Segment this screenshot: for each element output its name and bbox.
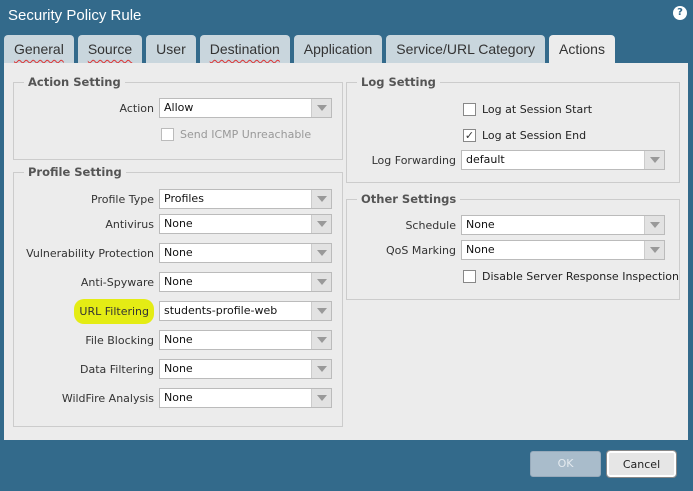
- file-blocking-select[interactable]: None: [159, 330, 332, 350]
- chevron-down-icon[interactable]: [311, 215, 331, 233]
- profile-type-label: Profile Type: [91, 192, 154, 206]
- file-blocking-label: File Blocking: [85, 333, 154, 347]
- data-filtering-value: None: [164, 362, 193, 375]
- cancel-button[interactable]: Cancel: [606, 450, 677, 478]
- qos-marking-value: None: [466, 243, 495, 256]
- profile-setting-legend: Profile Setting: [28, 165, 122, 179]
- log-forwarding-select[interactable]: default: [461, 150, 665, 170]
- action-value: Allow: [164, 101, 194, 114]
- qos-marking-select[interactable]: None: [461, 240, 665, 260]
- url-filtering-label: URL Filtering: [74, 298, 154, 324]
- profile-row-anti-spyware: Anti-Spyware None: [13, 272, 332, 292]
- chevron-down-icon[interactable]: [311, 273, 331, 291]
- wildfire-analysis-label: WildFire Analysis: [61, 391, 154, 405]
- log-forwarding-label: Log Forwarding: [371, 153, 456, 167]
- ok-button[interactable]: OK: [530, 451, 601, 477]
- profile-type-select[interactable]: Profiles: [159, 189, 332, 209]
- chevron-down-icon[interactable]: [644, 151, 664, 169]
- anti-spyware-value: None: [164, 275, 193, 288]
- data-filtering-select[interactable]: None: [159, 359, 332, 379]
- profile-type-value: Profiles: [164, 192, 204, 205]
- wildfire-analysis-select[interactable]: None: [159, 388, 332, 408]
- profile-row-vulnerability-protection: Vulnerability Protection None: [13, 243, 332, 263]
- tab-source[interactable]: Source: [77, 35, 143, 63]
- dialog-title: Security Policy Rule: [8, 7, 142, 24]
- antivirus-value: None: [164, 217, 193, 230]
- tab-application[interactable]: Application: [293, 35, 383, 63]
- chevron-down-icon[interactable]: [311, 302, 331, 320]
- log-session-end-checkbox[interactable]: ✓: [463, 128, 476, 142]
- tab-actions[interactable]: Actions: [549, 35, 615, 63]
- action-label: Action: [119, 101, 154, 115]
- tab-general[interactable]: General: [4, 35, 74, 63]
- chevron-down-icon[interactable]: [644, 216, 664, 234]
- profile-row-url-filtering: URL Filtering students-profile-web: [13, 298, 332, 324]
- send-icmp-label: Send ICMP Unreachable: [180, 127, 312, 141]
- antivirus-select[interactable]: None: [159, 214, 332, 234]
- log-forwarding-value: default: [466, 153, 505, 166]
- vulnerability-protection-value: None: [164, 246, 193, 259]
- vulnerability-protection-label: Vulnerability Protection: [26, 246, 154, 260]
- anti-spyware-select[interactable]: None: [159, 272, 332, 292]
- help-icon[interactable]: ?: [673, 6, 687, 20]
- chevron-down-icon[interactable]: [311, 244, 331, 262]
- send-icmp-checkbox[interactable]: [161, 127, 174, 141]
- log-setting-legend: Log Setting: [361, 75, 436, 89]
- profile-row-profile-type: Profile Type Profiles: [13, 189, 332, 209]
- data-filtering-label: Data Filtering: [79, 362, 154, 376]
- chevron-down-icon[interactable]: [311, 99, 331, 117]
- profile-row-wildfire-analysis: WildFire Analysis None: [13, 388, 332, 408]
- wildfire-analysis-value: None: [164, 391, 193, 404]
- chevron-down-icon[interactable]: [644, 241, 664, 259]
- log-session-start-label: Log at Session Start: [482, 102, 593, 116]
- schedule-select[interactable]: None: [461, 215, 665, 235]
- action-setting-legend: Action Setting: [28, 75, 121, 89]
- log-session-start-checkbox[interactable]: [463, 102, 476, 116]
- anti-spyware-label: Anti-Spyware: [80, 275, 154, 289]
- action-select[interactable]: Allow: [159, 98, 332, 118]
- tab-user[interactable]: User: [146, 35, 196, 63]
- tab-bar: General Source User Destination Applicat…: [4, 35, 615, 63]
- vulnerability-protection-select[interactable]: None: [159, 243, 332, 263]
- disable-server-response-checkbox[interactable]: [463, 269, 476, 283]
- schedule-value: None: [466, 218, 495, 231]
- profile-row-file-blocking: File Blocking None: [13, 330, 332, 350]
- disable-server-response-label: Disable Server Response Inspection: [482, 269, 680, 283]
- chevron-down-icon[interactable]: [311, 331, 331, 349]
- profile-row-antivirus: Antivirus None: [13, 214, 332, 234]
- qos-marking-label: QoS Marking: [385, 243, 456, 257]
- tab-service-url-category[interactable]: Service/URL Category: [386, 35, 546, 63]
- other-settings-legend: Other Settings: [361, 192, 457, 206]
- profile-row-data-filtering: Data Filtering None: [13, 359, 332, 379]
- url-filtering-value: students-profile-web: [164, 304, 278, 317]
- url-filtering-select[interactable]: students-profile-web: [159, 301, 332, 321]
- antivirus-label: Antivirus: [105, 217, 154, 231]
- chevron-down-icon[interactable]: [311, 360, 331, 378]
- tab-destination[interactable]: Destination: [199, 35, 290, 63]
- file-blocking-value: None: [164, 333, 193, 346]
- schedule-label: Schedule: [405, 218, 456, 232]
- chevron-down-icon[interactable]: [311, 389, 331, 407]
- chevron-down-icon[interactable]: [311, 190, 331, 208]
- log-session-end-label: Log at Session End: [482, 128, 587, 142]
- actions-panel: Action Setting Action Allow Send ICMP Un…: [4, 63, 688, 440]
